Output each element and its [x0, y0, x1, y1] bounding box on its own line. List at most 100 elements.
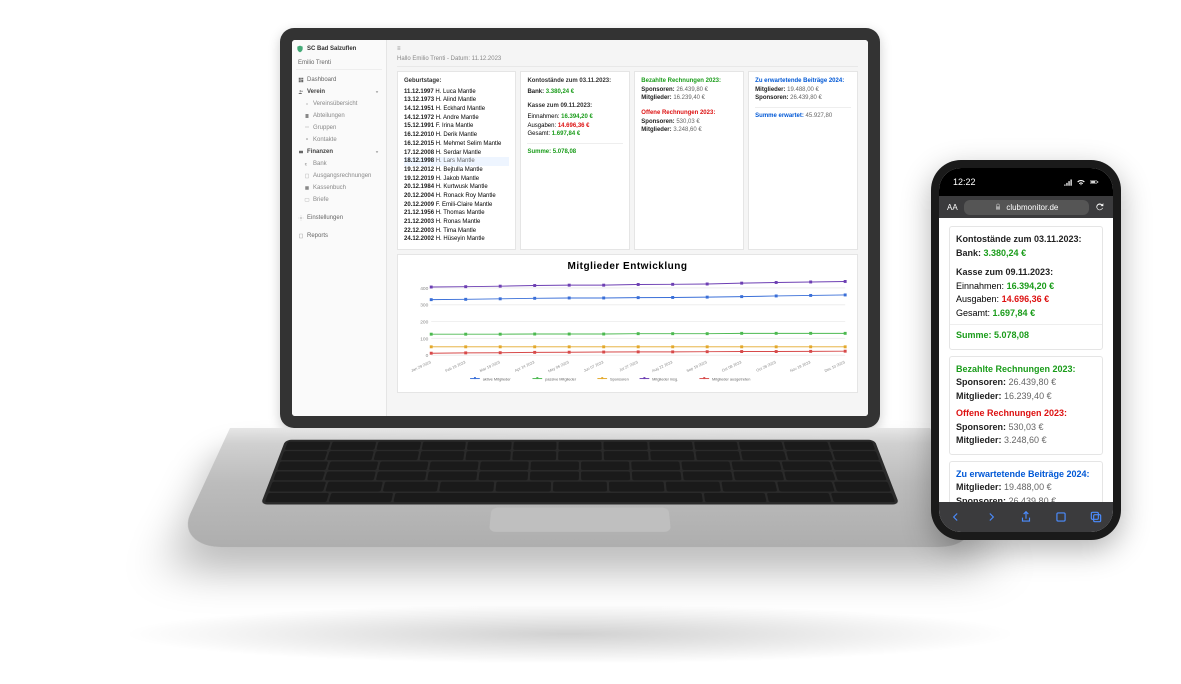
gear-icon: [298, 215, 304, 221]
nav-vereinsuebersicht[interactable]: Vereinsübersicht: [296, 98, 382, 110]
svg-text:Jan 29 2023: Jan 29 2023: [410, 359, 431, 373]
birthday-row: 20.12.2004 H. Ronack Roy Mantle: [404, 192, 509, 201]
chart-title: Mitglieder Entwicklung: [404, 261, 851, 272]
greeting-text: Hallo Emilio Trenti - Datum: 11.12.2023: [397, 56, 858, 67]
hamburger-button[interactable]: ≡: [397, 46, 858, 56]
report-icon: [298, 233, 304, 239]
svg-text:200: 200: [420, 320, 428, 326]
phone-card-konto: Kontostände zum 03.11.2023: Bank: 3.380,…: [949, 226, 1103, 350]
text-size-icon[interactable]: AA: [947, 203, 958, 212]
birthday-row: 11.12.1997 H. Luca Mantle: [404, 88, 509, 97]
svg-text:Mitglieder ausgetreten: Mitglieder ausgetreten: [712, 377, 750, 382]
tabs-icon[interactable]: [1089, 510, 1103, 524]
svg-text:Jun 07 2023: Jun 07 2023: [583, 359, 604, 373]
invoice-icon: [304, 173, 310, 179]
phone-mockup: 12:22 AA clubmonitor.de Kontostände zum …: [931, 160, 1121, 540]
refresh-icon[interactable]: [1095, 202, 1105, 212]
nav-briefe[interactable]: Briefe: [296, 194, 382, 206]
nav-dashboard[interactable]: Dashboard: [296, 74, 382, 86]
birthday-row: 20.12.1984 H. Kurtwusk Mantle: [404, 183, 509, 192]
app-window: SC Bad Salzuflen Emilio Trenti Dashboard…: [292, 40, 868, 416]
euro-icon: €: [304, 161, 310, 167]
nav-gruppen[interactable]: Gruppen: [296, 122, 382, 134]
phone-time: 12:22: [953, 177, 976, 187]
svg-text:300: 300: [420, 303, 428, 309]
birthday-row: 14.12.1951 H. Eckhard Mantle: [404, 105, 509, 114]
phone-card-erwartet: Zu erwartetende Beiträge 2024: Mitgliede…: [949, 461, 1103, 503]
chart-svg: 0100200300400Jan 29 2023Feb 19 2023Mar 1…: [404, 274, 851, 384]
phone-bottombar: [939, 502, 1113, 532]
share-icon[interactable]: [1019, 510, 1033, 524]
birthday-row: 14.12.1972 H. Andre Mantle: [404, 114, 509, 123]
birthday-row: 19.12.2019 H. Jakob Mantle: [404, 175, 509, 184]
svg-text:Apr 14 2023: Apr 14 2023: [514, 359, 535, 372]
nav-verein[interactable]: Verein: [296, 86, 382, 98]
svg-text:Feb 19 2023: Feb 19 2023: [444, 359, 466, 373]
birthday-row: 15.12.1991 F. Irina Mantle: [404, 122, 509, 131]
birthday-row: 22.12.2003 H. Tima Mantle: [404, 227, 509, 236]
svg-text:May 06 2023: May 06 2023: [547, 359, 569, 373]
svg-text:passive Mitglieder: passive Mitglieder: [545, 377, 577, 382]
svg-text:Oct 08 2023: Oct 08 2023: [721, 359, 742, 372]
nav-reports[interactable]: Reports: [296, 230, 382, 242]
nav-einstellungen[interactable]: Einstellungen: [296, 212, 382, 224]
nav-bank[interactable]: €Bank: [296, 158, 382, 170]
card-kontostaende: Kontostände zum 03.11.2023: Bank: 3.380,…: [520, 71, 630, 250]
wifi-icon: [1076, 177, 1086, 187]
eye-icon: [304, 101, 310, 107]
url-field[interactable]: clubmonitor.de: [964, 200, 1089, 215]
card-erwartet: Zu erwartetende Beiträge 2024: Mitgliede…: [748, 71, 858, 250]
svg-text:Oct 28 2023: Oct 28 2023: [755, 359, 776, 372]
birthday-row: 17.12.2008 H. Serdar Mantle: [404, 149, 509, 158]
svg-text:aktive Mitglieder: aktive Mitglieder: [483, 377, 512, 382]
nav-ausgangsrechnungen[interactable]: Ausgangsrechnungen: [296, 170, 382, 182]
svg-text:Sponsoren: Sponsoren: [610, 377, 629, 382]
brand-label: SC Bad Salzuflen: [307, 46, 356, 52]
svg-text:Mar 19 2023: Mar 19 2023: [479, 359, 501, 373]
nav-finanzen[interactable]: Finanzen: [296, 146, 382, 158]
money-icon: [298, 149, 304, 155]
laptop-mockup: SC Bad Salzuflen Emilio Trenti Dashboard…: [230, 28, 930, 608]
birthday-row: 18.12.1998 H. Lars Mantle: [404, 157, 509, 166]
birthday-row: 19.12.2012 H. Bejtulla Mantle: [404, 166, 509, 175]
svg-text:Aug 22 2023: Aug 22 2023: [651, 359, 673, 373]
nav-finanzen-label: Finanzen: [307, 149, 333, 155]
svg-text:Jul 27 2023: Jul 27 2023: [618, 359, 638, 372]
user-label: Emilio Trenti: [296, 57, 382, 70]
phone-content: Kontostände zum 03.11.2023: Bank: 3.380,…: [939, 218, 1113, 502]
card-rechnungen: Bezahlte Rechnungen 2023: Sponsoren: 26.…: [634, 71, 744, 250]
main-content: ≡ Hallo Emilio Trenti - Datum: 11.12.202…: [387, 40, 868, 416]
svg-text:Nov 19 2023: Nov 19 2023: [789, 359, 811, 373]
phone-urlbar: AA clubmonitor.de: [939, 196, 1113, 218]
nav-kassenbuch[interactable]: Kassenbuch: [296, 182, 382, 194]
card-birthdays: Geburtstage: 11.12.1997 H. Luca Mantle13…: [397, 71, 516, 250]
nav-kontakte[interactable]: Kontakte: [296, 134, 382, 146]
shield-icon: [296, 45, 304, 53]
birthday-row: 13.12.1973 H. Alind Mantle: [404, 96, 509, 105]
chart-card: Mitglieder Entwicklung 0100200300400Jan …: [397, 254, 858, 393]
phone-card-rechnungen: Bezahlte Rechnungen 2023: Sponsoren: 26.…: [949, 356, 1103, 455]
chevron-down-icon: [374, 149, 380, 155]
birthday-row: 21.12.2003 H. Ronas Mantle: [404, 218, 509, 227]
bookmarks-icon[interactable]: [1054, 510, 1068, 524]
battery-icon: [1089, 177, 1099, 187]
nav-verein-label: Verein: [307, 89, 325, 95]
lock-icon: [994, 203, 1002, 211]
nav-dashboard-label: Dashboard: [307, 77, 336, 83]
svg-text:400: 400: [420, 286, 428, 292]
forward-icon[interactable]: [984, 510, 998, 524]
nav-abteilungen[interactable]: Abteilungen: [296, 110, 382, 122]
phone-statusbar: 12:22: [939, 168, 1113, 196]
birthday-row: 24.12.2002 H. Hüseyin Mantle: [404, 235, 509, 244]
svg-text:Sep 19 2023: Sep 19 2023: [686, 359, 708, 373]
svg-text:0: 0: [426, 353, 429, 359]
people-icon: [298, 89, 304, 95]
building-icon: [304, 113, 310, 119]
back-icon[interactable]: [949, 510, 963, 524]
birthday-row: 20.12.2009 F. Emili-Claire Mantle: [404, 201, 509, 210]
birthday-row: 16.12.2010 H. Derik Mantle: [404, 131, 509, 140]
group-icon: [304, 125, 310, 131]
svg-text:€: €: [305, 162, 308, 167]
birthdays-title: Geburtstage:: [404, 77, 509, 86]
svg-text:Dec 10 2023: Dec 10 2023: [824, 359, 846, 373]
